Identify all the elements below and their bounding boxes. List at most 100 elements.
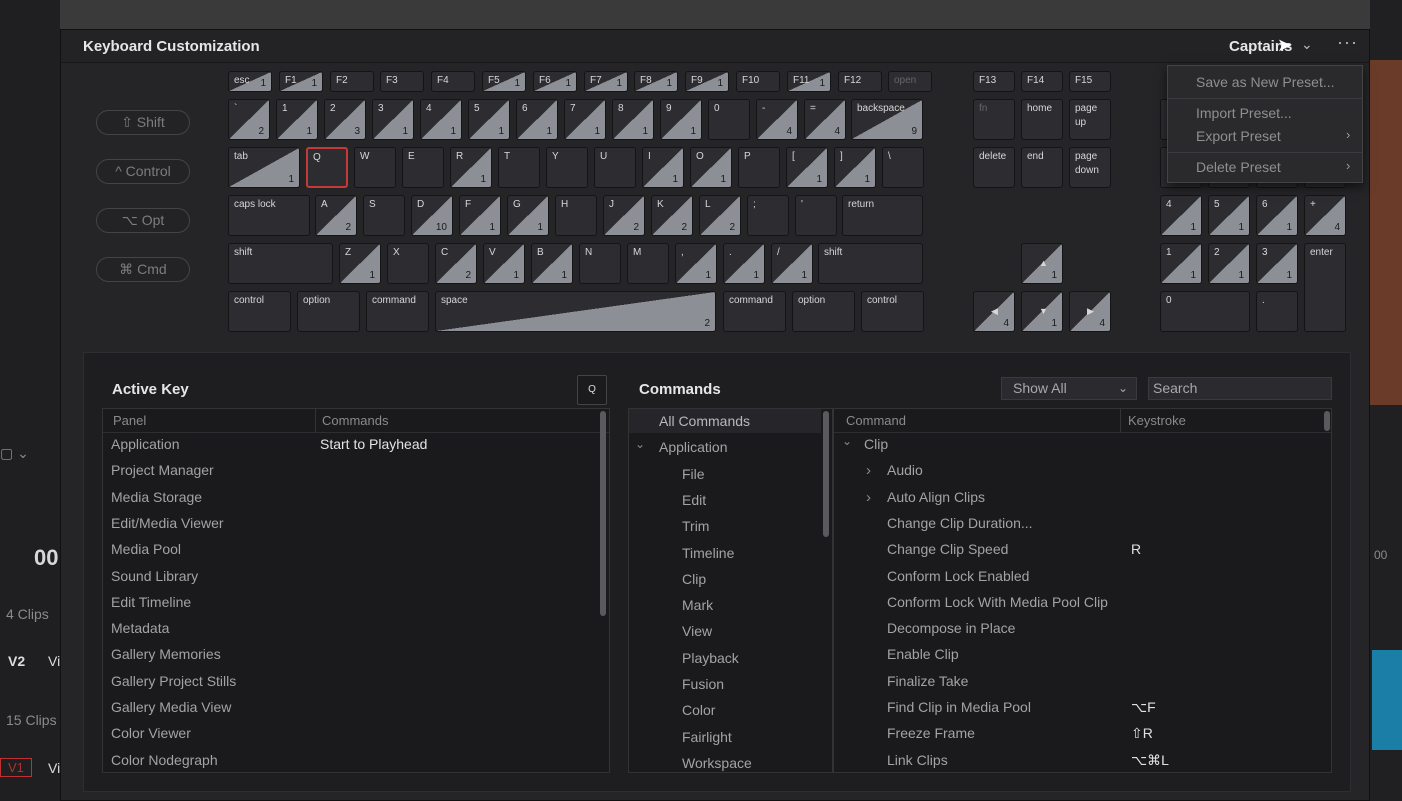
- key-p[interactable]: P: [738, 147, 780, 188]
- key-i[interactable]: I1: [642, 147, 684, 188]
- key-shift[interactable]: shift: [228, 243, 333, 284]
- panel-row[interactable]: Project Manager: [111, 462, 214, 478]
- key-9[interactable]: 91: [660, 99, 702, 140]
- key-c[interactable]: C2: [435, 243, 477, 284]
- key-v[interactable]: V1: [483, 243, 525, 284]
- key-delete[interactable]: delete: [973, 147, 1015, 188]
- key-slash[interactable]: /1: [771, 243, 813, 284]
- column-divider[interactable]: [1120, 409, 1121, 432]
- tree-item-application[interactable]: Application: [659, 439, 728, 455]
- tree-item-mark[interactable]: Mark: [682, 597, 713, 613]
- key-period[interactable]: .1: [723, 243, 765, 284]
- key-plus[interactable]: +4: [1304, 195, 1346, 236]
- panel-row[interactable]: Metadata: [111, 620, 169, 636]
- chevron-right-icon[interactable]: ›: [866, 489, 871, 506]
- key-shift[interactable]: shift: [818, 243, 923, 284]
- col-header-keystroke[interactable]: Keystroke: [1128, 409, 1186, 432]
- panel-row[interactable]: Edit/Media Viewer: [111, 515, 224, 531]
- key-page-down[interactable]: page down: [1069, 147, 1111, 188]
- key-w[interactable]: W: [354, 147, 396, 188]
- key-right-arrow[interactable]: ▶ 4: [1069, 291, 1111, 332]
- key-f10[interactable]: F10: [736, 71, 780, 92]
- key-6[interactable]: 61: [1256, 195, 1298, 236]
- key-minus[interactable]: -4: [756, 99, 798, 140]
- key-backslash[interactable]: \: [882, 147, 924, 188]
- key-comma[interactable]: ,1: [675, 243, 717, 284]
- key-8[interactable]: 81: [612, 99, 654, 140]
- command-row[interactable]: Link Clips: [887, 752, 948, 768]
- key-semicolon[interactable]: ;: [747, 195, 789, 236]
- key-f15[interactable]: F15: [1069, 71, 1111, 92]
- key-command[interactable]: command: [366, 291, 429, 332]
- search-input[interactable]: Search: [1148, 377, 1332, 400]
- panel-row[interactable]: Gallery Memories: [111, 646, 221, 662]
- command-row[interactable]: Enable Clip: [887, 646, 959, 662]
- show-filter-dropdown[interactable]: Show All ⌄: [1001, 377, 1137, 400]
- key-rbracket[interactable]: ] 1: [834, 147, 876, 188]
- key-enter[interactable]: enter: [1304, 243, 1346, 332]
- key-g[interactable]: G1: [507, 195, 549, 236]
- command-row[interactable]: Decompose in Place: [887, 620, 1015, 636]
- key-o[interactable]: O1: [690, 147, 732, 188]
- key-control[interactable]: control: [228, 291, 291, 332]
- key-k[interactable]: K2: [651, 195, 693, 236]
- key-left-arrow[interactable]: ◀ 4: [973, 291, 1015, 332]
- key-option[interactable]: option: [792, 291, 855, 332]
- key-tab[interactable]: tab 1: [228, 147, 300, 188]
- key-f3[interactable]: F3: [380, 71, 424, 92]
- key-down-arrow[interactable]: ▼ 1: [1021, 291, 1063, 332]
- panel-row[interactable]: Sound Library: [111, 568, 198, 584]
- key-f4[interactable]: F4: [431, 71, 475, 92]
- background-track-v2[interactable]: V2: [8, 653, 25, 669]
- panel-row[interactable]: Edit Timeline: [111, 594, 191, 610]
- key-option[interactable]: option: [297, 291, 360, 332]
- background-layout-icon[interactable]: ▢ ⌄: [0, 445, 29, 462]
- key-f7[interactable]: F7 1: [584, 71, 628, 92]
- key-0[interactable]: 0: [708, 99, 750, 140]
- panel-row[interactable]: Media Pool: [111, 541, 181, 557]
- key-caps-lock[interactable]: caps lock: [228, 195, 310, 236]
- panel-row[interactable]: Media Storage: [111, 489, 202, 505]
- col-header-command[interactable]: Command: [846, 409, 906, 432]
- command-row[interactable]: Conform Lock With Media Pool Clip: [887, 594, 1108, 610]
- command-row[interactable]: Auto Align Clips: [887, 489, 985, 505]
- key-space[interactable]: space 2: [435, 291, 716, 332]
- key-u[interactable]: U: [594, 147, 636, 188]
- key-0[interactable]: 0: [1160, 291, 1250, 332]
- panel-row[interactable]: Color Nodegraph: [111, 752, 218, 768]
- tree-item-color[interactable]: Color: [682, 702, 715, 718]
- tree-item-clip[interactable]: Clip: [682, 571, 706, 587]
- modifier-opt-button[interactable]: ⌥ Opt: [96, 208, 190, 233]
- command-row[interactable]: Conform Lock Enabled: [887, 568, 1029, 584]
- command-row[interactable]: Freeze Frame: [887, 725, 975, 741]
- tree-scrollbar[interactable]: [823, 411, 829, 537]
- command-row[interactable]: Finalize Take: [887, 673, 968, 689]
- panel-row[interactable]: Application: [111, 436, 180, 452]
- key-l[interactable]: L2: [699, 195, 741, 236]
- key-e[interactable]: E: [402, 147, 444, 188]
- tree-item-playback[interactable]: Playback: [682, 650, 739, 666]
- key-backspace[interactable]: backspace 9: [851, 99, 923, 140]
- key-3[interactable]: 31: [1256, 243, 1298, 284]
- chevron-down-icon[interactable]: ⌄: [635, 437, 645, 451]
- key-5[interactable]: 51: [1208, 195, 1250, 236]
- key-return[interactable]: return: [842, 195, 923, 236]
- column-divider[interactable]: [315, 409, 316, 432]
- key-lbracket[interactable]: [1: [786, 147, 828, 188]
- key-quote[interactable]: ': [795, 195, 837, 236]
- command-row[interactable]: Find Clip in Media Pool: [887, 699, 1031, 715]
- key-f5[interactable]: F5 1: [482, 71, 526, 92]
- command-row[interactable]: Change Clip Duration...: [887, 515, 1033, 531]
- key-t[interactable]: T: [498, 147, 540, 188]
- command-keystroke[interactable]: ⌥⌘L: [1131, 752, 1169, 769]
- menu-item-import-preset[interactable]: Import Preset...: [1196, 105, 1292, 121]
- key-command[interactable]: command: [723, 291, 786, 332]
- key-esc[interactable]: esc 1: [228, 71, 272, 92]
- key-y[interactable]: Y: [546, 147, 588, 188]
- command-keystroke[interactable]: R: [1131, 541, 1141, 557]
- key-home[interactable]: home: [1021, 99, 1063, 140]
- key-open[interactable]: open: [888, 71, 932, 92]
- key-backtick[interactable]: ` 2: [228, 99, 270, 140]
- tree-item-fairlight[interactable]: Fairlight: [682, 729, 732, 745]
- tree-item-fusion[interactable]: Fusion: [682, 676, 724, 692]
